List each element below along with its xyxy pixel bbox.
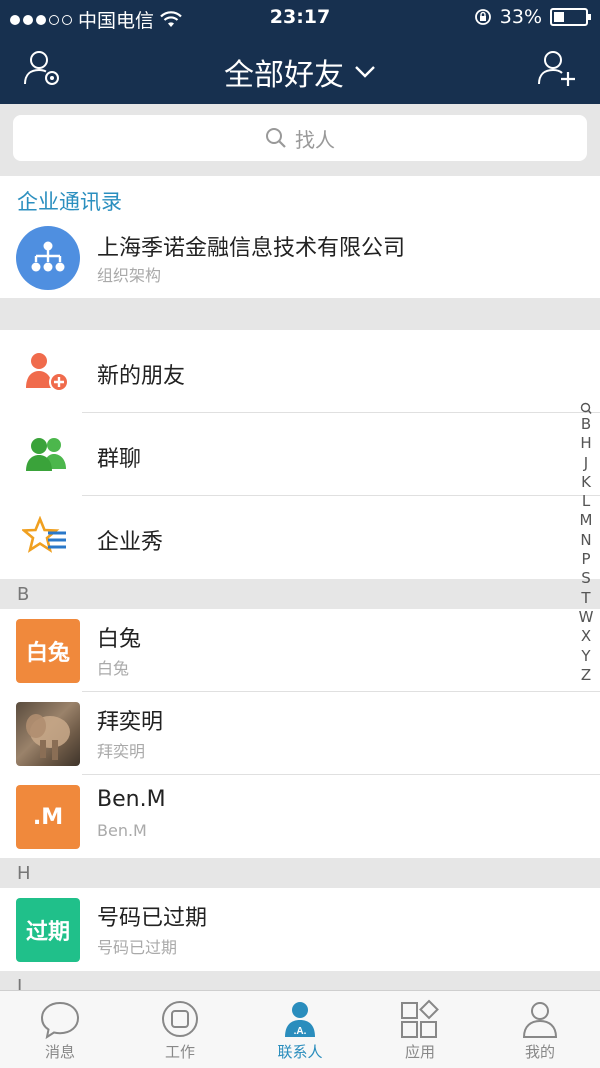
group-chat-icon (26, 438, 66, 471)
index-letter-n[interactable]: N (580, 531, 591, 550)
nav-bar: 全部好友 (0, 34, 600, 104)
tab-bar: 消息 工作 .A. 联系人 应用 我的 (0, 990, 600, 1068)
svg-text:.A.: .A. (294, 1026, 307, 1037)
index-letter-h[interactable]: H (580, 434, 591, 453)
avatar: 白兔 (16, 619, 80, 683)
chevron-down-icon (355, 66, 375, 78)
avatar (16, 702, 80, 766)
avatar: .M (16, 785, 80, 849)
index-letter-y[interactable]: Y (581, 647, 590, 666)
tab-label: 消息 (44, 1043, 75, 1061)
section-gap (0, 298, 600, 330)
contact-subtitle: 号码已过期 (97, 938, 178, 957)
tab-work[interactable]: 工作 (120, 991, 240, 1068)
search-area: 找人 (0, 104, 600, 176)
search-input[interactable]: 找人 (13, 115, 587, 161)
index-letter-k[interactable]: K (581, 473, 591, 492)
add-user-icon (538, 51, 575, 86)
tab-me[interactable]: 我的 (480, 991, 600, 1068)
contact-name: 白兔 (97, 627, 142, 652)
rotation-lock-icon (474, 9, 491, 25)
contacts-icon: .A. (285, 1002, 315, 1037)
avatar: 过期 (16, 898, 80, 962)
index-letter-z[interactable]: Z (581, 666, 591, 685)
feature-label: 群聊 (97, 447, 142, 472)
group-chat-item[interactable]: 群聊 (0, 413, 600, 496)
tab-messages[interactable]: 消息 (0, 991, 120, 1068)
search-icon[interactable] (580, 402, 592, 415)
tab-label: 应用 (404, 1043, 435, 1061)
feature-label: 新的朋友 (97, 364, 186, 389)
tab-apps[interactable]: 应用 (360, 991, 480, 1068)
index-letter-p[interactable]: P (581, 550, 590, 569)
section-title: 企业通讯录 (17, 190, 122, 214)
add-user-button[interactable] (536, 48, 578, 90)
message-icon (40, 1001, 80, 1040)
company-subtitle: 组织架构 (97, 266, 162, 285)
feature-list: 新的朋友 群聊 企业秀 (0, 330, 600, 579)
search-placeholder: 找人 (295, 127, 335, 152)
alphabet-index-bar[interactable]: BHJKLMNPSTWXYZ (578, 402, 594, 685)
battery-icon (550, 8, 591, 26)
contact-row[interactable]: 拜奕明 拜奕明 (0, 692, 600, 775)
contact-subtitle: 拜奕明 (97, 742, 146, 761)
enterprise-show-item[interactable]: 企业秀 (0, 496, 600, 579)
index-letter-w[interactable]: W (579, 608, 594, 627)
enterprise-directory[interactable]: 企业通讯录 上海季诺金融信息技术有限公司 组织架构 (0, 176, 600, 298)
contact-name: 拜奕明 (97, 710, 164, 735)
new-friends-item[interactable]: 新的朋友 (0, 330, 600, 413)
index-header-h: H (0, 858, 600, 890)
feature-label: 企业秀 (97, 530, 164, 555)
contact-name: Ben.M (97, 787, 166, 812)
contact-row[interactable]: 过期 号码已过期 号码已过期 (0, 888, 600, 971)
index-letter-l[interactable]: L (582, 492, 590, 511)
index-letter-s[interactable]: S (581, 569, 591, 588)
battery-percent: 33% (499, 6, 542, 28)
apps-icon (401, 999, 439, 1038)
contact-subtitle: Ben.M (97, 821, 147, 840)
company-name: 上海季诺金融信息技术有限公司 (97, 236, 406, 261)
index-header-b: B (0, 579, 600, 611)
status-bar: 中国电信 23:17 33% (0, 0, 600, 34)
tab-label: 我的 (524, 1043, 555, 1061)
page-title: 全部好友 (224, 58, 344, 93)
search-icon (266, 128, 286, 148)
tab-label: 联系人 (277, 1043, 323, 1061)
new-friend-icon (26, 353, 69, 392)
index-letter-j[interactable]: J (584, 454, 588, 473)
contact-name: 号码已过期 (97, 906, 208, 931)
contact-row[interactable]: 白兔 白兔 白兔 (0, 609, 600, 692)
index-header-j: J (0, 971, 600, 990)
contact-row[interactable]: .M Ben.M Ben.M (0, 775, 600, 858)
index-letter-m[interactable]: M (580, 511, 593, 530)
index-letter-t[interactable]: T (581, 589, 590, 608)
org-chart-icon (16, 226, 80, 290)
work-icon (162, 1001, 198, 1037)
tab-label: 工作 (164, 1043, 195, 1061)
index-letter-b[interactable]: B (581, 415, 591, 434)
index-letter-x[interactable]: X (581, 627, 591, 646)
tab-contacts[interactable]: .A. 联系人 (240, 991, 360, 1068)
nav-title-dropdown[interactable]: 全部好友 (0, 50, 600, 94)
me-icon (522, 1002, 558, 1038)
contact-subtitle: 白兔 (97, 659, 130, 678)
enterprise-show-icon (22, 516, 66, 553)
